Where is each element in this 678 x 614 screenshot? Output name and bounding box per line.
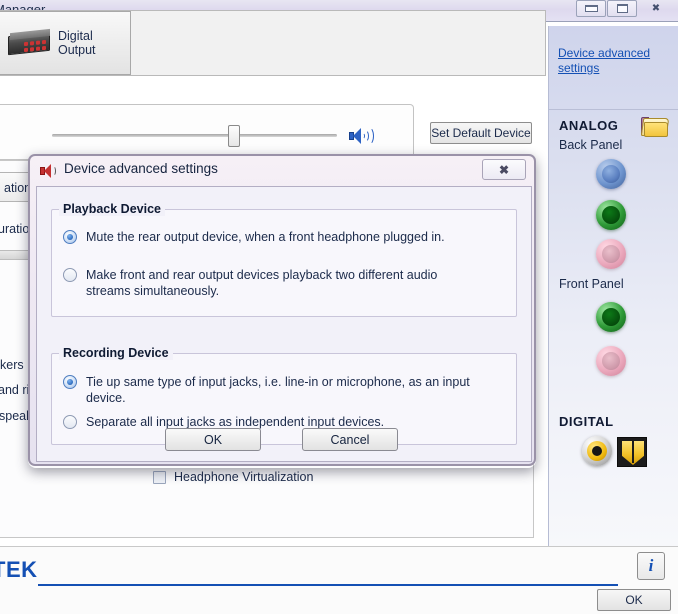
jack-mic-in-pink[interactable]	[596, 239, 626, 269]
footer-bar: TEK	[0, 546, 678, 614]
digital-heading: DIGITAL	[559, 414, 614, 429]
headphone-virtualization-label: Headphone Virtualization	[174, 470, 314, 484]
sidebar-divider	[549, 109, 678, 110]
device-advanced-settings-dialog: Device advanced settings ✖ Playback Devi…	[28, 154, 536, 466]
dialog-titlebar: Device advanced settings ✖	[30, 156, 534, 186]
playback-option-2-radio[interactable]	[63, 268, 77, 282]
window-controls: ✖	[576, 0, 674, 17]
playback-option-1[interactable]: Mute the rear output device, when a fron…	[63, 229, 503, 245]
jack-line-in-blue[interactable]	[596, 159, 626, 189]
back-panel-label: Back Panel	[559, 138, 623, 152]
audio-device-icon	[6, 28, 52, 56]
analog-heading: ANALOG	[559, 118, 619, 133]
jack-front-mic-pink[interactable]	[596, 346, 626, 376]
volume-slider-track[interactable]	[52, 134, 337, 137]
close-icon: ✖	[498, 162, 510, 177]
playback-option-2-label: Make front and rear output devices playb…	[86, 268, 438, 298]
brand-logo: TEK	[0, 557, 38, 582]
set-default-device-button[interactable]: Set Default Device	[430, 122, 532, 144]
playback-device-group	[51, 209, 517, 317]
sidebar-panel: Device advanced settings ANALOG Back Pan…	[548, 26, 678, 546]
background-text-3: kers	[0, 358, 24, 372]
speaker-icon	[40, 163, 58, 179]
playback-option-1-label: Mute the rear output device, when a fron…	[86, 230, 445, 244]
jack-optical-spdif[interactable]	[617, 437, 647, 467]
maximize-button[interactable]	[607, 0, 637, 17]
device-tab-label: Digital Output	[58, 29, 96, 57]
app-root: Manager ✖ Digital Output	[0, 0, 678, 614]
device-tabstrip: Digital Output	[0, 10, 546, 76]
recording-option-1[interactable]: Tie up same type of input jacks, i.e. li…	[63, 374, 503, 406]
playback-option-1-radio[interactable]	[63, 230, 77, 244]
minimize-button[interactable]	[576, 0, 606, 17]
recording-option-2[interactable]: Separate all input jacks as independent …	[63, 414, 503, 430]
mute-button[interactable]	[343, 123, 375, 149]
jack-line-out-green[interactable]	[596, 200, 626, 230]
info-button[interactable]: i	[637, 552, 665, 580]
close-icon: ✖	[651, 3, 661, 14]
dialog-title: Device advanced settings	[64, 161, 218, 176]
speaker-volume-icon	[349, 127, 374, 145]
headphone-virtualization-row[interactable]: Headphone Virtualization	[153, 470, 313, 484]
jack-front-out-green[interactable]	[596, 302, 626, 332]
playback-device-group-title: Playback Device	[59, 202, 165, 216]
volume-slider-thumb[interactable]	[228, 125, 240, 147]
headphone-virtualization-checkbox[interactable]	[153, 470, 166, 484]
playback-option-2[interactable]: Make front and rear output devices playb…	[63, 267, 473, 299]
jack-coaxial-spdif[interactable]	[582, 436, 612, 466]
device-tab-digital-output[interactable]: Digital Output	[0, 11, 131, 75]
dialog-cancel-button[interactable]: Cancel	[302, 428, 398, 451]
dialog-ok-button[interactable]: OK	[165, 428, 261, 451]
main-ok-button[interactable]: OK	[597, 589, 671, 611]
dialog-body: Playback Device Mute the rear output dev…	[36, 186, 532, 462]
volume-panel	[0, 104, 414, 160]
recording-option-2-radio[interactable]	[63, 415, 77, 429]
recording-option-1-label: Tie up same type of input jacks, i.e. li…	[86, 375, 470, 405]
brand-underline	[38, 584, 618, 586]
dialog-close-button[interactable]: ✖	[482, 159, 526, 180]
folder-icon[interactable]	[640, 116, 670, 140]
recording-option-1-radio[interactable]	[63, 375, 77, 389]
device-advanced-settings-link[interactable]: Device advanced settings	[558, 46, 663, 76]
recording-device-group-title: Recording Device	[59, 346, 173, 360]
front-panel-label: Front Panel	[559, 277, 624, 291]
close-button[interactable]: ✖	[638, 0, 674, 17]
